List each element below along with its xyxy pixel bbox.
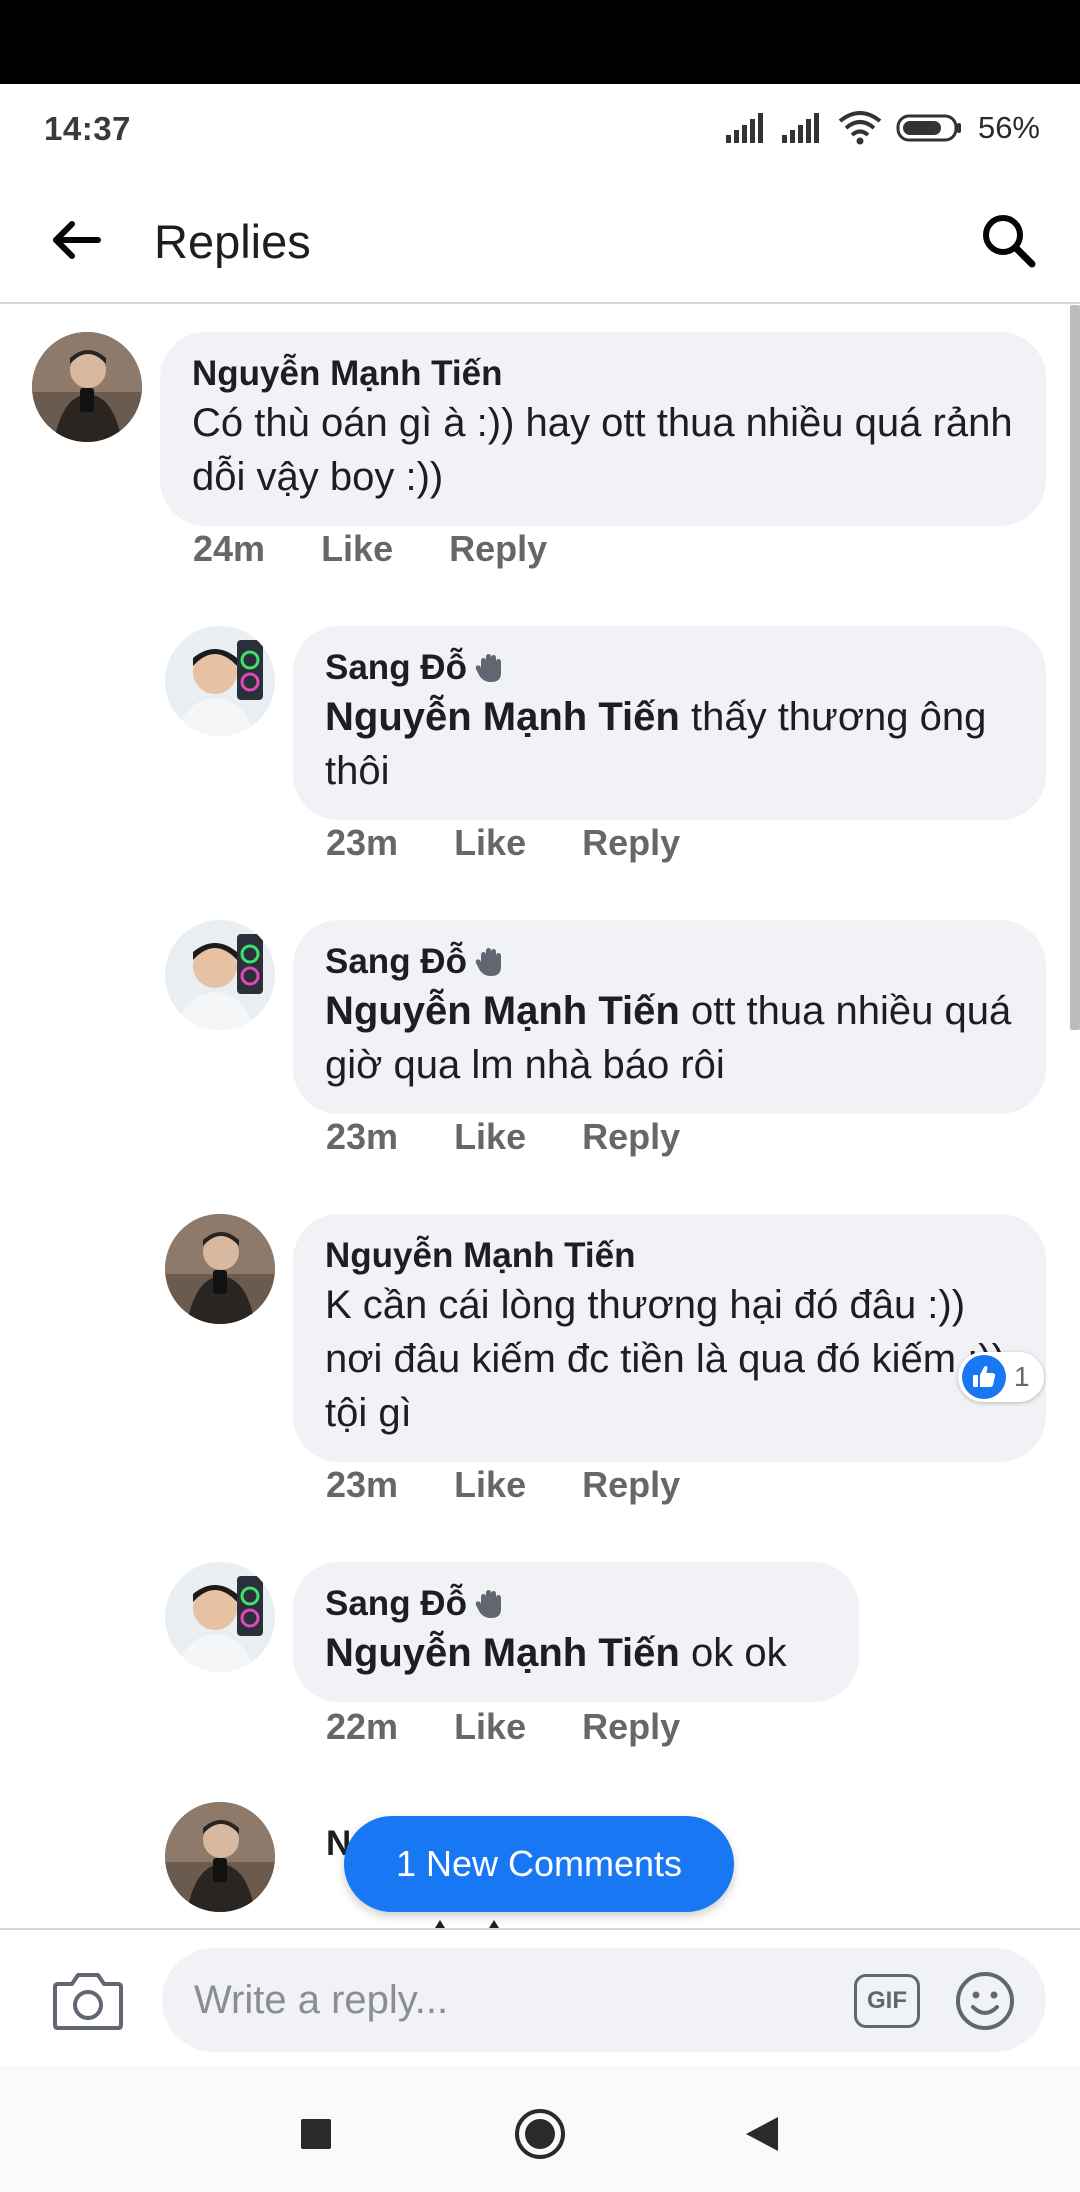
like-button[interactable]: Like <box>454 1116 526 1158</box>
reply-input[interactable] <box>194 1948 834 2052</box>
avatar[interactable] <box>165 626 275 736</box>
search-button[interactable] <box>976 208 1040 272</box>
avatar[interactable] <box>165 1214 275 1324</box>
reply-bubble[interactable]: Sang Đỗ Nguyễn Mạnh Tiến ok ok <box>293 1562 859 1702</box>
reply-button[interactable]: Reply <box>449 528 547 570</box>
comment-actions: 24m Like Reply <box>193 528 547 570</box>
app-bar: Replies <box>0 176 1080 304</box>
search-icon <box>983 215 1036 268</box>
avatar[interactable] <box>165 1562 275 1672</box>
camera-button[interactable] <box>52 1970 124 2032</box>
reply-time[interactable]: 22m <box>326 1706 398 1748</box>
reply-item: Sang Đỗ Nguyễn Mạnh Tiến ok ok 22m Like … <box>0 1536 1080 1776</box>
wifi-icon <box>838 111 882 145</box>
reply-time[interactable]: 23m <box>326 1464 398 1506</box>
emoji-button[interactable] <box>954 1970 1016 2032</box>
comment-time[interactable]: 24m <box>193 528 265 570</box>
reply-button[interactable]: Reply <box>582 822 680 864</box>
like-button[interactable]: Like <box>321 528 393 570</box>
reply-actions: 23m Like Reply <box>326 1116 680 1158</box>
system-nav-bar <box>0 2066 1080 2192</box>
battery-icon <box>896 114 961 142</box>
new-comments-button[interactable]: 1 New Comments <box>344 1816 734 1912</box>
smiley-icon <box>956 1972 1014 2030</box>
reply-item: Nguyễn Mạnh Tiến K cần cái lòng thương h… <box>0 1188 1080 1532</box>
reply-time[interactable]: 23m <box>326 822 398 864</box>
reply-text: Nguyễn Mạnh Tiến thấy thương ông thôi <box>325 695 987 793</box>
recents-button[interactable] <box>286 2106 346 2162</box>
page-title: Replies <box>154 215 311 268</box>
reaction-count: 1 <box>1014 1361 1030 1392</box>
mention-link[interactable]: Nguyễn Mạnh Tiến <box>325 989 680 1033</box>
status-time: 14:37 <box>44 110 131 147</box>
comment-author[interactable]: Nguyễn Mạnh Tiến <box>192 352 1014 396</box>
reply-author[interactable]: Nguyễn Mạnh Tiến <box>325 1234 1014 1278</box>
camera-icon <box>53 1973 123 2030</box>
reply-button[interactable]: Reply <box>582 1116 680 1158</box>
reply-item: Sang Đỗ Nguyễn Mạnh Tiến thấy thương ông… <box>0 600 1080 890</box>
mention-link[interactable]: Nguyễn Mạnh Tiến <box>325 695 680 739</box>
avatar[interactable] <box>32 332 142 442</box>
reply-button[interactable]: Reply <box>582 1706 680 1748</box>
reply-time[interactable]: 23m <box>326 1116 398 1158</box>
triangle-back-icon <box>746 2117 778 2151</box>
wave-hand-icon <box>475 948 501 976</box>
reply-item: Sang Đỗ Nguyễn Mạnh Tiến ott thua nhiều … <box>0 894 1080 1184</box>
avatar[interactable] <box>165 1802 275 1912</box>
signal-icon-2 <box>781 113 819 143</box>
reply-bubble[interactable]: Nguyễn Mạnh Tiến K cần cái lòng thương h… <box>293 1214 1046 1462</box>
reply-author[interactable]: Sang Đỗ <box>325 1582 827 1626</box>
wave-hand-icon <box>475 654 501 682</box>
reply-text: K cần cái lòng thương hại đó đâu :)) nơi… <box>325 1283 1005 1435</box>
mention-link[interactable]: Nguyễn Mạnh Tiến <box>325 1631 680 1675</box>
wave-hand-icon <box>475 1590 501 1618</box>
reply-actions: 23m Like Reply <box>326 822 680 864</box>
comment-text: Có thù oán gì à :)) hay ott thua nhiều q… <box>192 401 1013 499</box>
reply-composer: GIF <box>0 1928 1080 2066</box>
battery-percent: 56% <box>977 110 1040 145</box>
reply-actions: 23m Like Reply <box>326 1464 680 1506</box>
reply-author[interactable]: Sang Đỗ <box>325 646 1014 690</box>
signal-icon <box>725 113 763 143</box>
reply-bubble[interactable]: Sang Đỗ Nguyễn Mạnh Tiến thấy thương ông… <box>293 626 1046 820</box>
like-button[interactable]: Like <box>454 822 526 864</box>
reply-actions: 22m Like Reply <box>326 1706 680 1748</box>
status-bar: 14:37 56% <box>0 84 1080 176</box>
arrow-left-icon <box>53 221 101 259</box>
avatar[interactable] <box>165 920 275 1030</box>
like-button[interactable]: Like <box>454 1464 526 1506</box>
status-icons: 56% <box>725 108 1040 148</box>
comment-item: Nguyễn Mạnh Tiến Có thù oán gì à :)) hay… <box>0 306 1080 596</box>
back-nav-button[interactable] <box>732 2106 792 2162</box>
back-button[interactable] <box>42 210 112 270</box>
reply-input-container[interactable]: GIF <box>162 1948 1046 2052</box>
square-icon <box>301 2119 331 2149</box>
like-button[interactable]: Like <box>454 1706 526 1748</box>
reply-text: Nguyễn Mạnh Tiến ott thua nhiều quá giờ … <box>325 989 1012 1087</box>
reply-author[interactable]: Sang Đỗ <box>325 940 1014 984</box>
thumbs-up-icon <box>962 1355 1006 1399</box>
comment-bubble[interactable]: Nguyễn Mạnh Tiến Có thù oán gì à :)) hay… <box>160 332 1046 526</box>
gif-button[interactable]: GIF <box>854 1974 920 2028</box>
replies-thread: Nguyễn Mạnh Tiến Có thù oán gì à :)) hay… <box>0 306 1080 1928</box>
circle-icon <box>515 2109 565 2159</box>
home-button[interactable] <box>510 2106 570 2162</box>
reply-button[interactable]: Reply <box>582 1464 680 1506</box>
reply-bubble[interactable]: Sang Đỗ Nguyễn Mạnh Tiến ott thua nhiều … <box>293 920 1046 1114</box>
top-black-band <box>0 0 1080 84</box>
reaction-chip[interactable]: 1 <box>958 1352 1044 1402</box>
reply-text: Nguyễn Mạnh Tiến ok ok <box>325 1631 787 1675</box>
